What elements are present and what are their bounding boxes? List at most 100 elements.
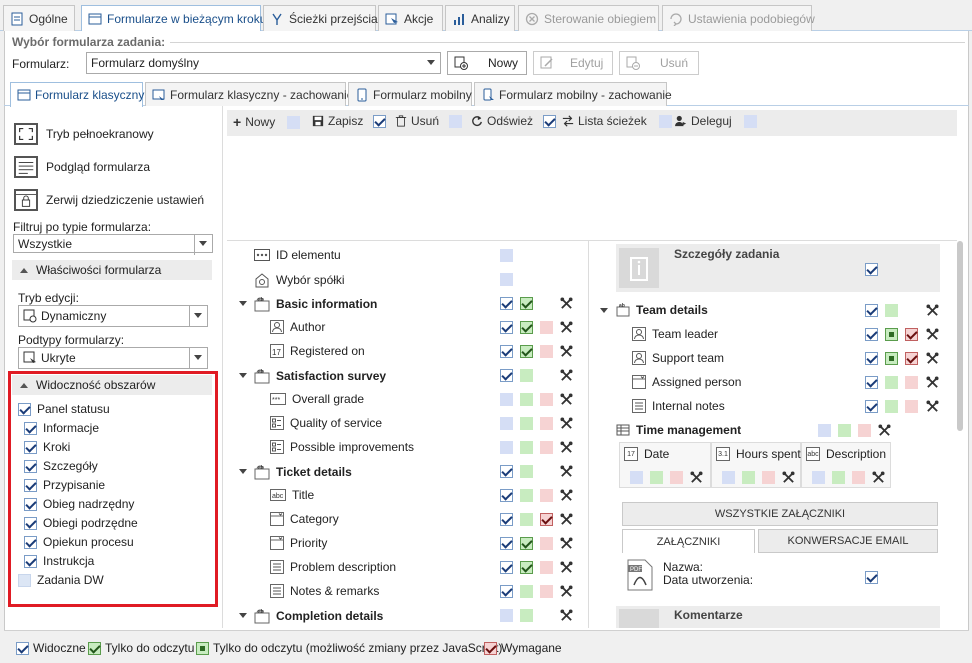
readonly-toggle[interactable]	[520, 585, 533, 598]
tools-icon[interactable]	[782, 471, 795, 484]
tools-icon[interactable]	[926, 352, 939, 365]
visibility-toggle[interactable]	[287, 115, 301, 129]
readonly-toggle[interactable]	[832, 471, 845, 484]
field-row[interactable]: abc Title	[270, 488, 314, 502]
toolbar-delegate[interactable]: Deleguj	[675, 114, 757, 128]
readonly-toggle[interactable]	[520, 297, 533, 310]
required-toggle[interactable]	[540, 585, 553, 598]
tab-mobile-form[interactable]: Formularz mobilny	[348, 82, 472, 106]
visibility-toggle[interactable]	[865, 304, 878, 317]
visibility-toggle[interactable]	[500, 345, 513, 358]
visibility-toggle[interactable]	[543, 114, 557, 128]
panel-splitter[interactable]	[222, 106, 223, 628]
field-row[interactable]: *** Overall grade	[270, 392, 364, 406]
readonly-toggle[interactable]	[520, 537, 533, 550]
preview-field-row[interactable]: Support team	[632, 351, 724, 365]
tools-icon[interactable]	[560, 513, 573, 526]
visibility-toggle[interactable]	[865, 376, 878, 389]
fullscreen-mode-button[interactable]: Tryb pełnoekranowy	[14, 123, 154, 145]
readonly-toggle[interactable]	[885, 400, 898, 413]
expand-icon[interactable]	[239, 469, 247, 474]
required-toggle[interactable]	[540, 561, 553, 574]
required-toggle[interactable]	[540, 345, 553, 358]
tools-icon[interactable]	[560, 465, 573, 478]
expand-icon[interactable]	[239, 613, 247, 618]
expand-icon[interactable]	[239, 301, 247, 306]
tools-icon[interactable]	[878, 424, 891, 437]
visibility-toggle[interactable]	[500, 273, 513, 286]
readonly-toggle[interactable]	[520, 321, 533, 334]
field-group-row[interactable]: ab Basic information	[254, 296, 377, 312]
tools-icon[interactable]	[560, 585, 573, 598]
visibility-checkbox[interactable]	[24, 459, 37, 473]
tools-icon[interactable]	[926, 304, 939, 317]
tab-general[interactable]: Ogólne	[3, 5, 75, 31]
readonly-toggle[interactable]	[520, 609, 533, 622]
tools-icon[interactable]	[560, 489, 573, 502]
required-toggle[interactable]	[540, 513, 553, 526]
required-toggle[interactable]	[905, 376, 918, 389]
readonly-toggle[interactable]	[742, 471, 755, 484]
visibility-toggle[interactable]	[500, 513, 513, 526]
edit-mode-select[interactable]: Dynamiczny	[18, 305, 208, 327]
readonly-toggle[interactable]	[520, 369, 533, 382]
visibility-item[interactable]: Zadania DW	[18, 573, 104, 587]
visibility-toggle[interactable]	[722, 471, 735, 484]
all-attachments-tab[interactable]: WSZYSTKIE ZAŁĄCZNIKI	[622, 502, 938, 526]
field-row[interactable]: ID elementu	[254, 248, 341, 262]
visibility-toggle[interactable]	[865, 328, 878, 341]
time-management-group[interactable]: Time management	[616, 423, 741, 437]
edit-form-button[interactable]: Edytuj	[533, 51, 613, 75]
email-conversations-tab[interactable]: KONWERSACJE EMAIL	[758, 529, 938, 553]
tools-icon[interactable]	[926, 400, 939, 413]
visibility-toggle[interactable]	[500, 369, 513, 382]
task-details-visibility[interactable]	[865, 263, 878, 276]
toolbar-delete[interactable]: Usuń	[395, 114, 463, 128]
preview-field-row[interactable]: Assigned person	[632, 375, 741, 389]
visibility-item[interactable]: Panel statusu	[18, 402, 110, 416]
field-row[interactable]: Problem description	[270, 560, 396, 574]
visibility-toggle[interactable]	[500, 297, 513, 310]
tab-subflow-settings[interactable]: Ustawienia podobiegów	[662, 5, 815, 31]
delete-form-button[interactable]: Usuń	[619, 51, 699, 75]
attachments-tab[interactable]: ZAŁĄCZNIKI	[622, 529, 755, 553]
field-row[interactable]: Quality of service	[270, 416, 382, 430]
field-row[interactable]: Author	[270, 320, 325, 334]
visibility-checkbox[interactable]	[24, 440, 37, 454]
filter-form-type-select[interactable]: Wszystkie	[13, 234, 213, 255]
tools-icon[interactable]	[560, 537, 573, 550]
toolbar-save[interactable]: Zapisz	[312, 114, 387, 128]
form-subtypes-select[interactable]: Ukryte	[18, 347, 208, 369]
form-preview-button[interactable]: Podgląd formularza	[14, 156, 150, 178]
break-inheritance-button[interactable]: Zerwij dziedziczenie ustawień	[14, 189, 204, 211]
visibility-checkbox[interactable]	[24, 421, 37, 435]
tab-mobile-form-behavior[interactable]: Formularz mobilny - zachowanie	[474, 82, 672, 106]
required-toggle[interactable]	[905, 328, 918, 341]
field-row[interactable]: Category	[270, 512, 339, 526]
visibility-toggle[interactable]	[818, 424, 831, 437]
tab-flow-control[interactable]: Sterowanie obiegiem	[518, 5, 659, 31]
readonly-toggle[interactable]	[885, 304, 898, 317]
required-toggle[interactable]	[540, 393, 553, 406]
toolbar-refresh[interactable]: Odśwież	[471, 114, 557, 128]
tools-icon[interactable]	[560, 417, 573, 430]
readonly-toggle[interactable]	[650, 471, 663, 484]
preview-field-row[interactable]: Internal notes	[632, 399, 725, 413]
readonly-toggle[interactable]	[885, 376, 898, 389]
visibility-checkbox[interactable]	[18, 402, 31, 416]
required-toggle[interactable]	[905, 352, 918, 365]
visibility-toggle[interactable]	[812, 471, 825, 484]
tools-icon[interactable]	[560, 297, 573, 310]
field-group-row[interactable]: ab Satisfaction survey	[254, 368, 386, 384]
readonly-toggle[interactable]	[520, 441, 533, 454]
readonly-toggle[interactable]	[520, 513, 533, 526]
required-toggle[interactable]	[762, 471, 775, 484]
visibility-checkbox[interactable]	[24, 497, 37, 511]
tools-icon[interactable]	[872, 471, 885, 484]
preview-scrollbar[interactable]	[957, 241, 963, 431]
tab-classic-form-behavior[interactable]: Formularz klasyczny - zachowanie	[145, 82, 353, 106]
tools-icon[interactable]	[560, 561, 573, 574]
visibility-toggle[interactable]	[500, 585, 513, 598]
field-group-row[interactable]: ab Ticket details	[254, 464, 352, 480]
visibility-toggle[interactable]	[658, 114, 672, 128]
